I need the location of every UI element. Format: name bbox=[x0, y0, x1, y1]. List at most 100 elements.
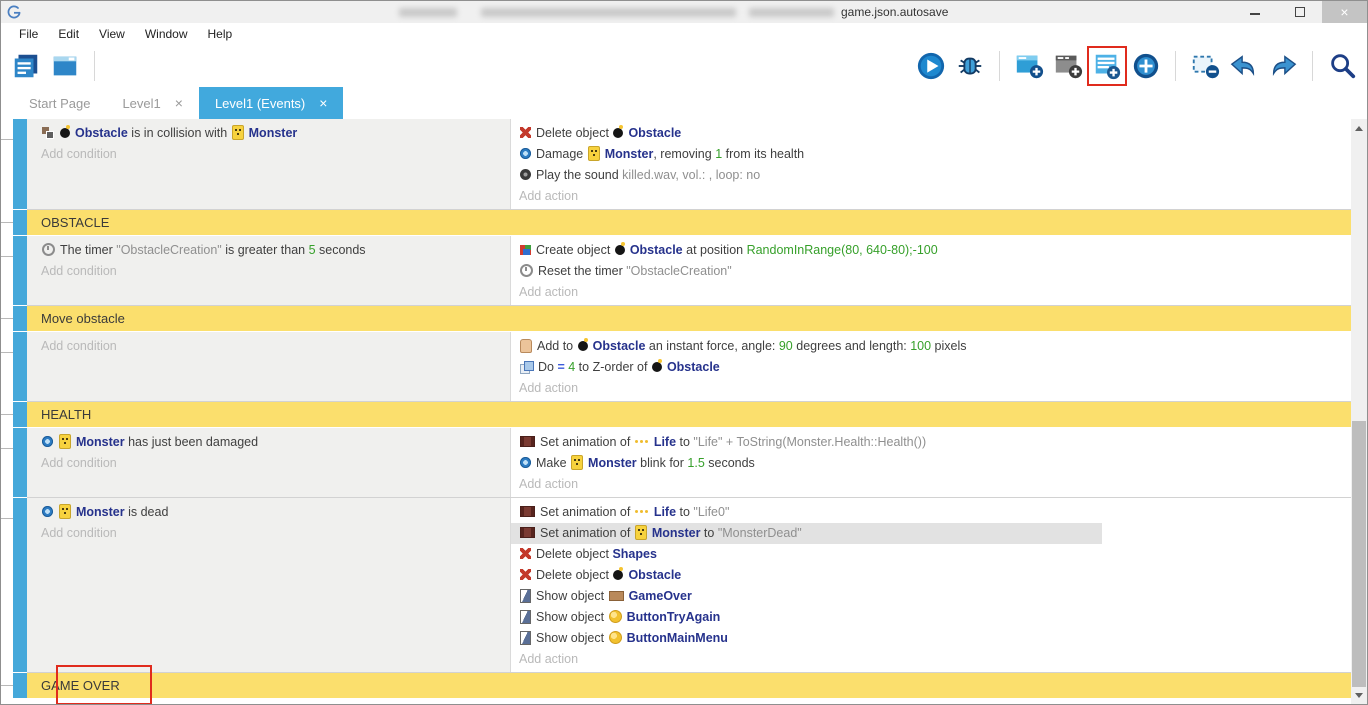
event-group-health[interactable]: HEALTH bbox=[1, 402, 1353, 427]
minimize-button[interactable] bbox=[1232, 1, 1277, 23]
add-condition-button[interactable]: Add condition bbox=[41, 523, 510, 544]
action-line[interactable]: Delete object Obstacle bbox=[519, 123, 1353, 144]
event-text: is dead bbox=[125, 505, 169, 519]
condition-line[interactable]: The timer "ObstacleCreation" is greater … bbox=[41, 240, 510, 261]
action-line[interactable]: Show object ButtonTryAgain bbox=[519, 607, 1353, 628]
scroll-down-icon[interactable] bbox=[1351, 687, 1367, 703]
event-group-move-obstacle[interactable]: Move obstacle bbox=[1, 306, 1353, 331]
selection-bar[interactable] bbox=[13, 306, 27, 331]
action-line[interactable]: Show object ButtonMainMenu bbox=[519, 628, 1353, 649]
tree-gutter bbox=[1, 402, 13, 427]
tab-start-page[interactable]: Start Page bbox=[13, 87, 106, 119]
selection-bar[interactable] bbox=[13, 236, 27, 305]
restore-button[interactable] bbox=[1277, 1, 1322, 23]
add-external-events-icon[interactable] bbox=[1053, 51, 1083, 81]
play-icon[interactable] bbox=[916, 51, 946, 81]
add-action-button[interactable]: Add action bbox=[519, 378, 1353, 399]
add-condition-button[interactable]: Add condition bbox=[41, 453, 510, 474]
scroll-up-icon[interactable] bbox=[1351, 120, 1367, 136]
event-body: Monster has just been damagedAdd conditi… bbox=[27, 428, 1353, 497]
delete-icon bbox=[520, 548, 531, 559]
object-name: Obstacle bbox=[593, 339, 646, 353]
undo-icon[interactable] bbox=[1229, 51, 1259, 81]
add-object-icon[interactable] bbox=[1131, 51, 1161, 81]
add-action-button[interactable]: Add action bbox=[519, 649, 1353, 670]
bomb-icon bbox=[613, 570, 623, 580]
selection-bar[interactable] bbox=[13, 402, 27, 427]
selection-bar[interactable] bbox=[13, 673, 27, 698]
add-action-button[interactable]: Add action bbox=[519, 282, 1353, 303]
event-text: is greater than bbox=[222, 243, 309, 257]
condition-line[interactable]: Obstacle is in collision with Monster bbox=[41, 123, 510, 144]
tab-level1-events[interactable]: Level1 (Events)× bbox=[199, 87, 344, 119]
action-line[interactable]: Play the sound killed.wav, vol.: , loop:… bbox=[519, 165, 1353, 186]
animation-icon bbox=[520, 527, 535, 538]
event-block: Obstacle is in collision with MonsterAdd… bbox=[1, 119, 1353, 209]
object-name: ButtonMainMenu bbox=[627, 631, 728, 645]
redo-icon[interactable] bbox=[1268, 51, 1298, 81]
menu-edit[interactable]: Edit bbox=[48, 27, 89, 41]
action-line[interactable]: Delete object Shapes bbox=[519, 544, 1353, 565]
event-text: Create object bbox=[536, 243, 614, 257]
selection-bar[interactable] bbox=[13, 210, 27, 235]
event-text: 5 bbox=[309, 243, 316, 257]
tab-level1[interactable]: Level1× bbox=[106, 87, 199, 119]
action-line[interactable]: Damage Monster, removing 1 from its heal… bbox=[519, 144, 1353, 165]
blurred-path-segment bbox=[481, 8, 736, 17]
menu-window[interactable]: Window bbox=[135, 27, 198, 41]
scrollbar-thumb[interactable] bbox=[1352, 421, 1366, 687]
force-icon bbox=[520, 339, 532, 353]
action-line[interactable]: Create object Obstacle at position Rando… bbox=[519, 240, 1353, 261]
event-text: Delete object bbox=[536, 126, 612, 140]
menu-file[interactable]: File bbox=[9, 27, 48, 41]
event-text: to bbox=[676, 435, 693, 449]
event-text: Set animation of bbox=[540, 505, 634, 519]
debug-icon[interactable] bbox=[955, 51, 985, 81]
remove-instance-icon[interactable] bbox=[1190, 51, 1220, 81]
start-page-icon[interactable] bbox=[50, 51, 80, 81]
action-line[interactable]: Make Monster blink for 1.5 seconds bbox=[519, 453, 1353, 474]
selection-bar[interactable] bbox=[13, 498, 27, 672]
event-text: "Life" + ToString(Monster.Health::Health… bbox=[693, 435, 926, 449]
add-condition-button[interactable]: Add condition bbox=[41, 336, 510, 357]
object-name: ButtonTryAgain bbox=[627, 610, 721, 624]
selection-bar[interactable] bbox=[13, 119, 27, 209]
condition-line[interactable]: Monster is dead bbox=[41, 502, 510, 523]
action-line[interactable]: Delete object Obstacle bbox=[519, 565, 1353, 586]
event-group-obstacle[interactable]: OBSTACLE bbox=[1, 210, 1353, 235]
tab-bar: Start PageLevel1×Level1 (Events)× bbox=[1, 87, 1367, 120]
action-line[interactable]: Add to Obstacle an instant force, angle:… bbox=[519, 336, 1353, 357]
event-group-game-over[interactable]: GAME OVER bbox=[1, 673, 1353, 698]
selection-bar[interactable] bbox=[13, 428, 27, 497]
action-line[interactable]: Set animation of Life to "Life0" bbox=[519, 502, 1353, 523]
action-line[interactable]: Set animation of Life to "Life" + ToStri… bbox=[519, 432, 1353, 453]
search-icon[interactable] bbox=[1327, 51, 1357, 81]
selection-bar[interactable] bbox=[13, 332, 27, 401]
action-line[interactable]: Reset the timer "ObstacleCreation" bbox=[519, 261, 1353, 282]
add-condition-button[interactable]: Add condition bbox=[41, 144, 510, 165]
bomb-icon bbox=[652, 362, 662, 372]
window-title: game.json.autosave bbox=[841, 5, 948, 19]
add-action-button[interactable]: Add action bbox=[519, 474, 1353, 495]
add-condition-button[interactable]: Add condition bbox=[41, 261, 510, 282]
tree-gutter bbox=[1, 119, 13, 209]
action-line[interactable]: Do = 4 to Z-order of Obstacle bbox=[519, 357, 1353, 378]
project-manager-icon[interactable] bbox=[11, 51, 41, 81]
object-name: Obstacle bbox=[630, 243, 683, 257]
condition-line[interactable]: Monster has just been damaged bbox=[41, 432, 510, 453]
add-scene-icon[interactable] bbox=[1014, 51, 1044, 81]
add-action-button[interactable]: Add action bbox=[519, 186, 1353, 207]
menu-view[interactable]: View bbox=[89, 27, 135, 41]
menu-help[interactable]: Help bbox=[198, 27, 243, 41]
show-icon bbox=[520, 631, 531, 645]
close-tab-icon[interactable]: × bbox=[175, 95, 183, 111]
close-tab-icon[interactable]: × bbox=[319, 95, 327, 111]
monster-icon bbox=[232, 125, 244, 140]
close-button[interactable]: × bbox=[1322, 1, 1367, 23]
group-label: Move obstacle bbox=[27, 306, 1353, 331]
vertical-scrollbar[interactable] bbox=[1351, 119, 1367, 704]
delete-icon bbox=[520, 127, 531, 138]
action-line[interactable]: Show object GameOver bbox=[519, 586, 1353, 607]
add-event-icon[interactable] bbox=[1092, 51, 1122, 81]
action-line[interactable]: Set animation of Monster to "MonsterDead… bbox=[511, 523, 1102, 544]
